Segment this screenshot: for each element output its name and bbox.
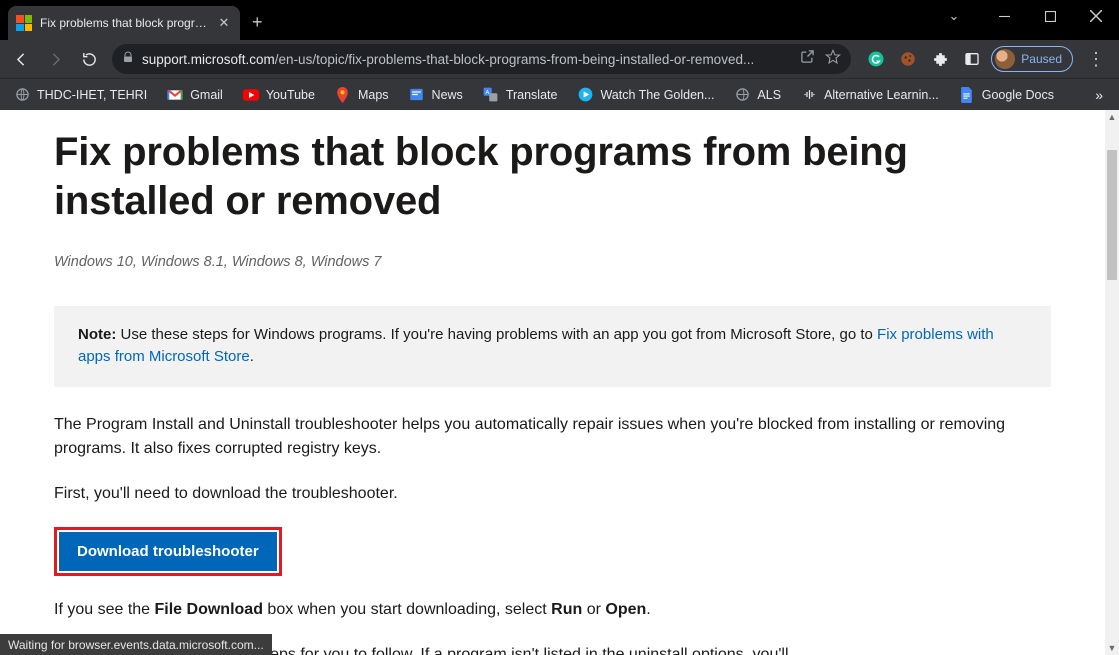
maps-icon [335,87,351,103]
note-label: Note: [78,326,116,343]
back-button[interactable] [6,44,36,74]
bookmark-thdc[interactable]: THDC-IHET, TEHRI [6,83,155,107]
microsoft-favicon [16,15,32,31]
bookmark-als[interactable]: ALS [726,83,789,107]
scrollbar-thumb[interactable] [1107,150,1117,280]
forward-button[interactable] [40,44,70,74]
status-bar: Waiting for browser.events.data.microsof… [0,634,272,655]
bookmark-label: ALS [757,88,781,102]
lock-icon [122,51,134,67]
bookmark-label: Gmail [190,88,223,102]
paragraph-intro: The Program Install and Uninstall troubl… [54,413,1051,463]
applies-to: Windows 10, Windows 8.1, Windows 8, Wind… [54,254,1051,270]
bookmark-google-docs[interactable]: Google Docs [951,83,1062,107]
bookmark-translate[interactable]: A Translate [475,83,566,107]
docs-icon [959,87,975,103]
gmail-icon [167,87,183,103]
paragraph-download-hint: First, you'll need to download the troub… [54,482,1051,507]
titlebar: Fix problems that block programs ✕ + ⌄ [0,0,1119,40]
page-title: Fix problems that block programs from be… [54,128,1051,226]
article-content: Fix problems that block programs from be… [0,110,1105,655]
bookmark-label: YouTube [266,88,315,102]
translate-icon: A [483,87,499,103]
new-tab-button[interactable]: + [252,12,263,33]
bookmarks-overflow-button[interactable]: » [1085,83,1113,107]
note-text: Use these steps for Windows programs. If… [116,326,877,343]
youtube-icon [243,87,259,103]
bookmarks-bar: THDC-IHET, TEHRI Gmail YouTube Maps News… [0,78,1119,110]
scroll-up-icon[interactable]: ▲ [1105,110,1119,124]
bookmark-label: Translate [506,88,558,102]
svg-text:A: A [486,90,490,96]
bookmark-news[interactable]: News [401,83,471,107]
reload-button[interactable] [74,44,104,74]
status-text: Waiting for browser.events.data.microsof… [8,638,264,652]
window-controls: ⌄ [931,0,1119,32]
tab-title: Fix problems that block programs [40,16,208,30]
extensions-icon[interactable] [927,46,953,72]
bookmark-star-icon[interactable] [825,49,841,70]
globe-icon [14,87,30,103]
window-minimize-button[interactable] [981,0,1027,32]
paused-label: Paused [1021,52,1062,66]
audio-icon [801,87,817,103]
play-icon [577,87,593,103]
profile-paused-chip[interactable]: Paused [991,46,1073,72]
download-highlight-box: Download troubleshooter [54,527,282,576]
browser-menu-button[interactable]: ⋮ [1079,49,1113,70]
extensions-area: Paused ⋮ [859,46,1113,72]
tab-close-button[interactable]: ✕ [216,15,232,31]
bookmark-alternative-learning[interactable]: Alternative Learnin... [793,83,947,107]
bookmark-gmail[interactable]: Gmail [159,83,231,107]
news-icon [409,87,425,103]
bookmark-youtube[interactable]: YouTube [235,83,323,107]
bookmark-label: News [432,88,463,102]
note-box: Note: Use these steps for Windows progra… [54,306,1051,387]
bookmark-label: Maps [358,88,389,102]
address-bar[interactable]: support.microsoft.com/en-us/topic/fix-pr… [112,44,851,74]
url-text: support.microsoft.com/en-us/topic/fix-pr… [142,52,792,67]
share-icon[interactable] [800,49,815,69]
bookmark-watch-golden[interactable]: Watch The Golden... [569,83,722,107]
paragraph-file-download: If you see the File Download box when yo… [54,598,1051,623]
cookie-icon[interactable] [895,46,921,72]
globe-icon [734,87,750,103]
bookmark-label: Google Docs [982,88,1054,102]
side-panel-icon[interactable] [959,46,985,72]
bookmark-maps[interactable]: Maps [327,83,397,107]
scroll-down-icon[interactable]: ▼ [1105,641,1119,655]
bookmark-label: Alternative Learnin... [824,88,939,102]
page-viewport: Fix problems that block programs from be… [0,110,1105,655]
avatar [995,49,1015,69]
window-maximize-button[interactable] [1027,0,1073,32]
tab-search-button[interactable]: ⌄ [931,0,977,32]
vertical-scrollbar[interactable]: ▲ [1105,110,1119,641]
grammarly-icon[interactable] [863,46,889,72]
bookmark-label: THDC-IHET, TEHRI [37,88,147,102]
browser-toolbar: support.microsoft.com/en-us/topic/fix-pr… [0,40,1119,78]
download-troubleshooter-button[interactable]: Download troubleshooter [59,532,277,571]
window-close-button[interactable] [1073,0,1119,32]
bookmark-label: Watch The Golden... [600,88,714,102]
browser-tab[interactable]: Fix problems that block programs ✕ [8,6,240,40]
